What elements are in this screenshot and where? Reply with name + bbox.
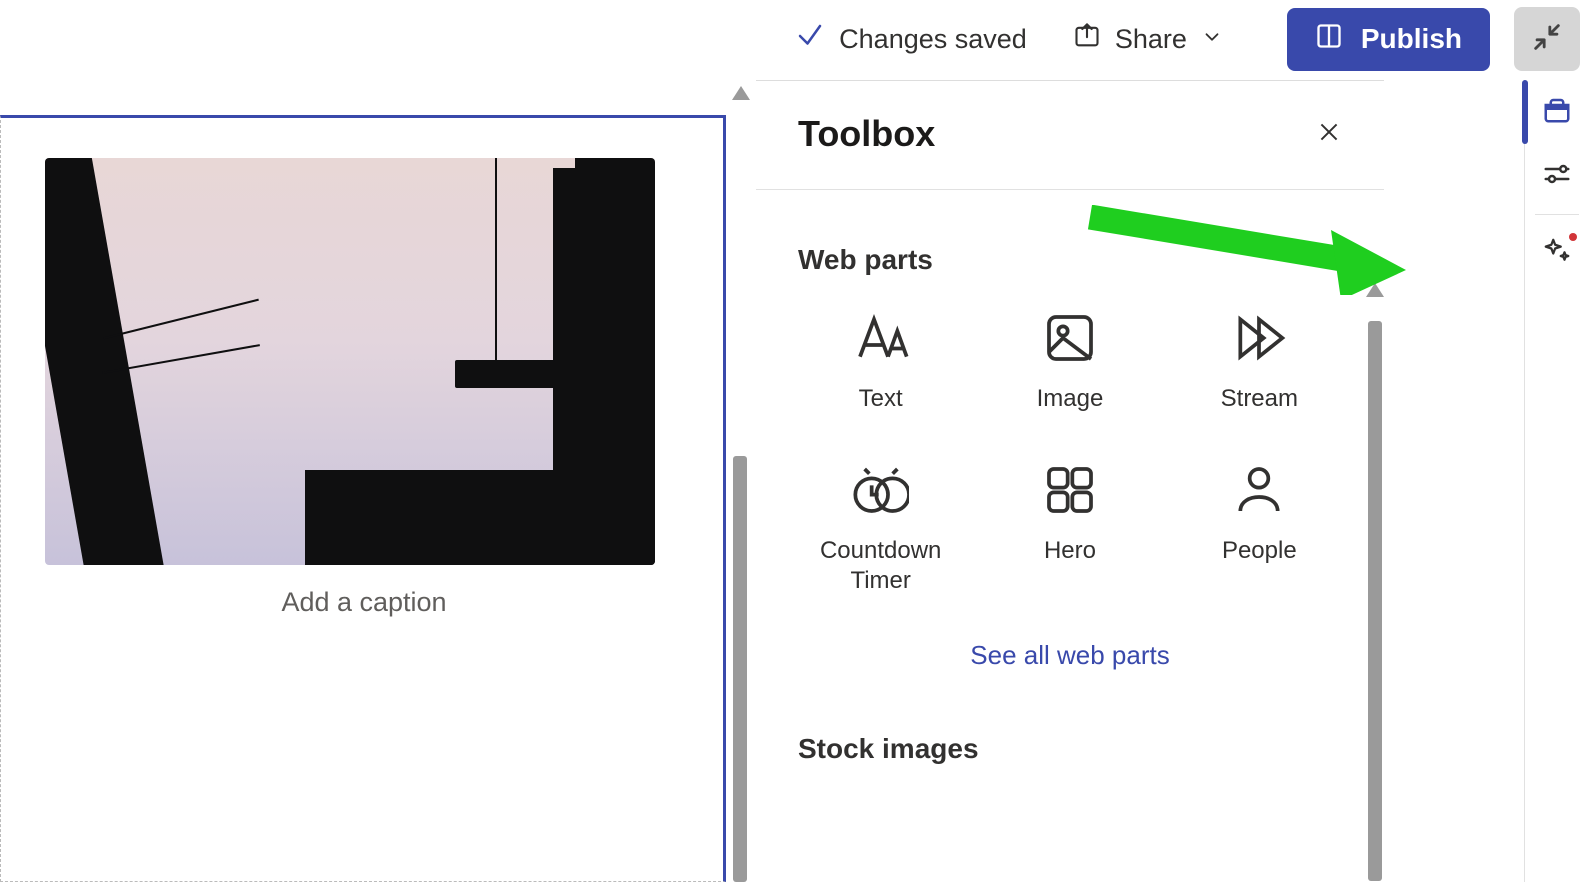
stream-icon [1231,310,1287,366]
countdown-timer-icon [853,462,909,518]
save-status-label: Changes saved [839,24,1027,55]
stock-images-heading: Stock images [756,691,1384,789]
webpart-stream[interactable]: Stream [1165,300,1354,424]
webpart-label: Countdown Timer [790,536,971,596]
share-icon [1073,22,1101,57]
webpart-label: People [1222,536,1297,566]
toolbox-title: Toolbox [798,113,935,155]
hero-icon [1042,462,1098,518]
collapse-pane-button[interactable] [1514,7,1580,71]
image-webpart[interactable] [45,158,655,565]
right-rail [1524,80,1588,882]
toolbox-panel: Toolbox Web parts Text Image [756,80,1384,882]
sparkle-icon [1542,236,1572,271]
webpart-label: Hero [1044,536,1096,566]
see-all-webparts-link[interactable]: See all web parts [756,606,1384,691]
save-status: Changes saved [795,21,1027,58]
webpart-hero[interactable]: Hero [975,452,1164,606]
page-canvas[interactable]: Add a caption [0,115,726,882]
canvas-scrollbar[interactable] [726,86,756,882]
top-action-bar: Changes saved Share Publish [0,0,1588,78]
image-icon [1042,310,1098,366]
webpart-label: Text [859,384,903,414]
people-icon [1231,462,1287,518]
webpart-text[interactable]: Text [786,300,975,424]
close-panel-button[interactable] [1316,119,1342,150]
publish-label: Publish [1361,23,1462,55]
webpart-image[interactable]: Image [975,300,1164,424]
publish-button[interactable]: Publish [1287,8,1490,71]
webpart-people[interactable]: People [1165,452,1354,606]
webparts-grid: Text Image Stream Countdown Timer [756,300,1384,606]
text-icon [853,310,909,366]
toolbox-icon [1542,95,1572,130]
webparts-heading: Web parts [756,190,1384,300]
chevron-down-icon [1201,24,1223,55]
rail-ai-button[interactable] [1525,221,1588,285]
rail-settings-button[interactable] [1525,144,1588,208]
share-button[interactable]: Share [1065,16,1231,63]
collapse-icon [1530,20,1564,59]
webpart-label: Image [1037,384,1104,414]
rail-toolbox-button[interactable] [1525,80,1588,144]
share-label: Share [1115,24,1187,55]
image-caption-input[interactable]: Add a caption [45,587,683,618]
book-icon [1315,22,1343,57]
checkmark-icon [795,21,825,58]
sliders-icon [1542,159,1572,194]
webpart-countdown-timer[interactable]: Countdown Timer [786,452,975,606]
close-icon [1316,132,1342,149]
webpart-label: Stream [1221,384,1298,414]
notification-dot [1569,233,1577,241]
